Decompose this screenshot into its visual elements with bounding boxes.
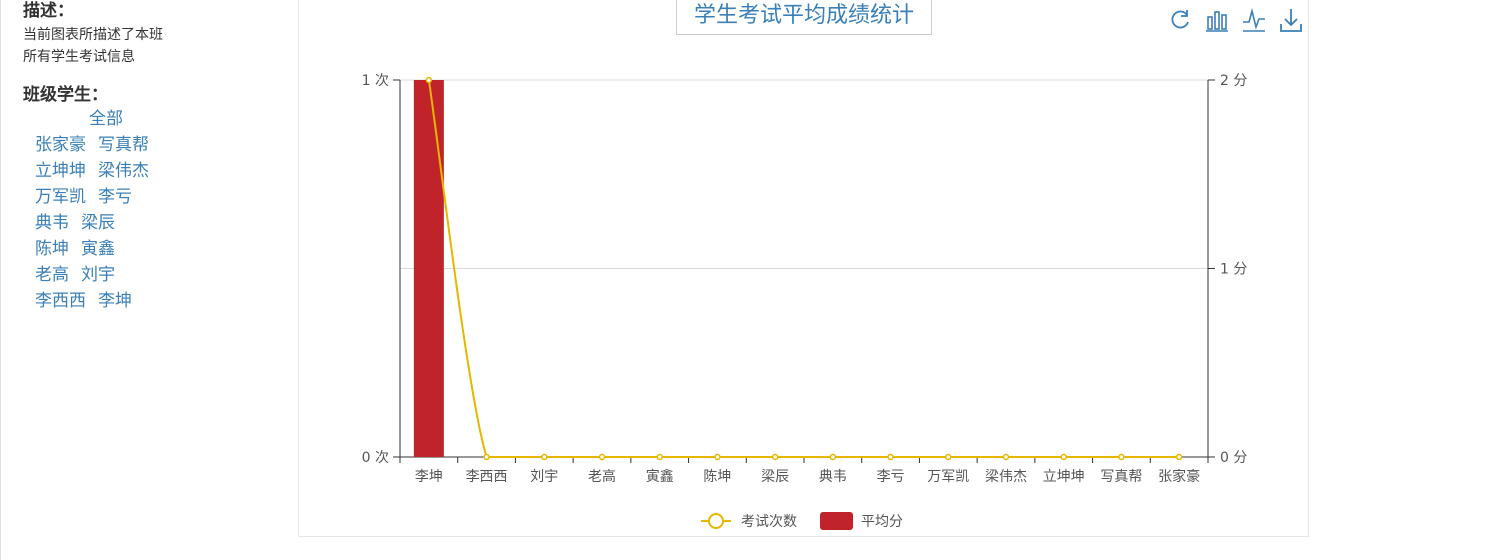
line-point xyxy=(887,453,894,461)
x-tick-label: 刘宇 xyxy=(530,469,558,485)
x-tick-label: 张家豪 xyxy=(1158,468,1200,485)
bar-chart-icon[interactable] xyxy=(1203,6,1231,34)
x-tick-label: 写真帮 xyxy=(1100,469,1142,485)
line-point xyxy=(425,76,433,84)
x-tick-label: 李西西 xyxy=(466,469,508,485)
y-right-tick-label: 1 分 xyxy=(1220,262,1247,278)
line-point xyxy=(483,453,490,461)
line-point xyxy=(541,453,548,461)
line-point xyxy=(1175,453,1183,461)
line-point xyxy=(656,453,663,461)
download-icon[interactable] xyxy=(1277,6,1305,34)
line-point xyxy=(829,453,837,461)
line-point xyxy=(771,453,779,461)
y-left-tick-label: 0 次 xyxy=(362,450,389,466)
x-tick-label: 李亏 xyxy=(877,469,905,485)
legend-line-marker xyxy=(708,513,724,529)
legend-bar-swatch xyxy=(820,512,853,530)
x-tick-label: 典韦 xyxy=(819,469,847,485)
x-tick-label: 立坤坤 xyxy=(1043,469,1085,485)
x-tick-label: 老高 xyxy=(588,468,616,485)
line-point xyxy=(598,453,606,461)
line-point xyxy=(1002,453,1010,461)
bar xyxy=(413,80,444,457)
x-tick-label: 李坤 xyxy=(415,469,443,485)
line-point xyxy=(1118,453,1125,461)
chart-title: 学生考试平均成绩统计 xyxy=(676,0,932,35)
legend-label: 平均分 xyxy=(861,514,903,530)
x-tick-label: 寅鑫 xyxy=(646,468,674,485)
line-point xyxy=(714,453,721,461)
x-tick-label: 陈坤 xyxy=(703,468,731,485)
x-tick-label: 万军凯 xyxy=(927,469,969,485)
y-right-tick-label: 0 分 xyxy=(1220,450,1247,466)
restore-icon[interactable] xyxy=(1166,6,1194,34)
x-tick-label: 梁伟杰 xyxy=(985,469,1027,485)
line-point xyxy=(1060,453,1067,461)
legend-label: 考试次数 xyxy=(741,514,797,530)
y-left-tick-label: 1 次 xyxy=(362,73,389,89)
chart-svg: 0 次 1 次 0 分 1 分 2 分李坤 李西西 刘宇 老高 寅鑫 陈坤 梁辰 典韦 李亏 万军凯 梁伟杰… xyxy=(362,73,1247,530)
line-point xyxy=(945,453,952,461)
line-chart-icon[interactable] xyxy=(1240,6,1268,34)
y-right-tick-label: 2 分 xyxy=(1220,73,1247,89)
x-tick-label: 梁辰 xyxy=(761,469,789,485)
